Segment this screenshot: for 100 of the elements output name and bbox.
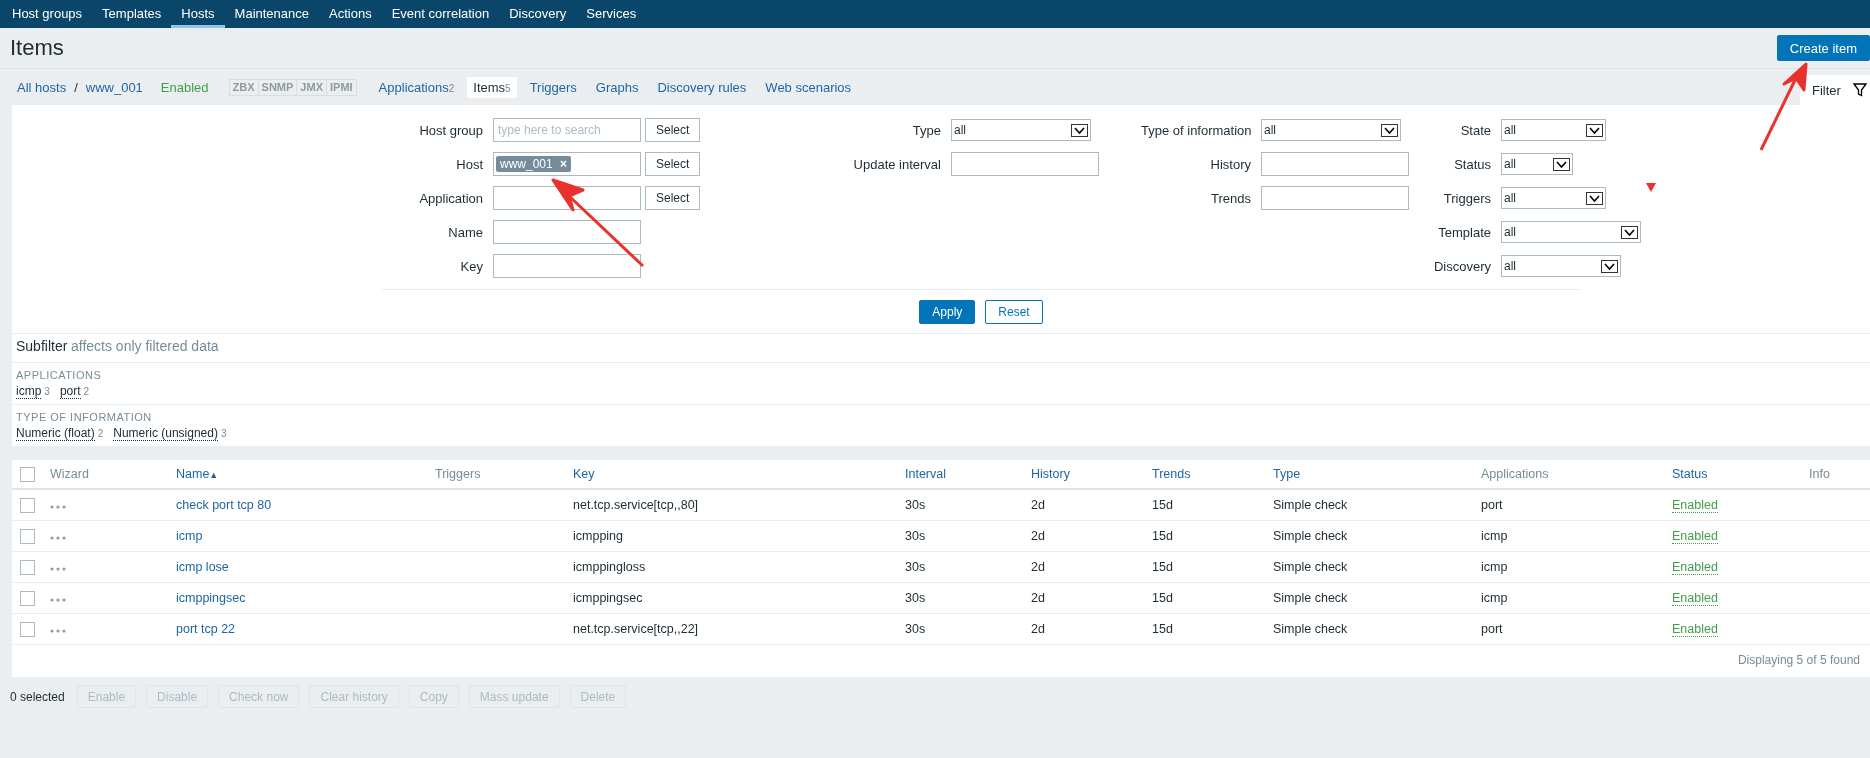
subfilter-count: 3 — [220, 428, 227, 439]
remove-icon[interactable]: × — [560, 157, 568, 171]
table-cell: Simple check — [1273, 529, 1348, 543]
column-header[interactable]: Interval — [905, 467, 946, 481]
dropdown[interactable]: all — [1501, 221, 1641, 243]
row-checkbox[interactable] — [20, 528, 35, 544]
host-tab[interactable]: Graphs — [589, 76, 645, 98]
item-name-link[interactable]: check port tcp 80 — [176, 498, 272, 512]
field-placeholder: type here to search — [497, 123, 601, 137]
input-field[interactable] — [1261, 186, 1409, 210]
create-item-button[interactable]: Create item — [1776, 35, 1870, 61]
select-all-checkbox[interactable] — [20, 466, 35, 482]
more-icon[interactable] — [50, 598, 66, 602]
funnel-icon — [1852, 83, 1867, 97]
more-icon[interactable] — [50, 629, 66, 633]
availability-tag: ZBX — [229, 79, 259, 95]
more-icon[interactable] — [50, 505, 66, 509]
row-checkbox[interactable] — [20, 497, 35, 513]
dropdown[interactable]: all — [1501, 187, 1606, 209]
filter-label: History — [1209, 156, 1252, 172]
table-cell: icmp — [1481, 529, 1508, 543]
triangle-marker-icon — [1646, 183, 1656, 192]
input-field[interactable] — [1261, 152, 1409, 176]
row-checkbox[interactable] — [20, 621, 35, 637]
menu-item[interactable]: Services — [576, 0, 647, 28]
subfilter-heading: TYPE OF INFORMATION — [16, 411, 153, 423]
column-header[interactable]: Status — [1672, 467, 1708, 481]
dropdown[interactable]: all — [1501, 153, 1573, 175]
input-field[interactable] — [493, 220, 641, 244]
filter-label: Trends — [1210, 190, 1252, 206]
dropdown[interactable]: all — [1261, 119, 1401, 141]
column-header[interactable]: Type — [1273, 467, 1301, 481]
menu-item[interactable]: Hosts — [171, 0, 225, 28]
row-checkbox[interactable] — [20, 590, 35, 606]
column-header: Info — [1809, 467, 1830, 481]
caret-icon — [1586, 191, 1603, 205]
host-tab[interactable]: Discovery rules — [651, 76, 753, 98]
column-header[interactable]: Key — [573, 467, 595, 481]
table-cell: Simple check — [1273, 560, 1348, 574]
menu-item[interactable]: Host groups — [2, 0, 93, 28]
table-cell: port — [1481, 498, 1503, 512]
item-name-link[interactable]: icmp lose — [176, 560, 229, 574]
row-checkbox[interactable] — [20, 559, 35, 575]
item-name-link[interactable]: icmp — [176, 529, 203, 543]
filter-label: State — [1459, 122, 1492, 138]
column-header[interactable]: Name▲ — [176, 467, 219, 481]
more-icon[interactable] — [50, 567, 66, 571]
multiselect-field[interactable]: www_001 × — [493, 152, 641, 176]
menu-item[interactable]: Templates — [92, 0, 172, 28]
item-name-link[interactable]: icmppingsec — [176, 591, 246, 605]
dropdown[interactable]: all — [1501, 119, 1606, 141]
breadcrumb-link[interactable]: All hosts — [17, 79, 67, 95]
table-cell: net.tcp.service[tcp,,22] — [573, 622, 699, 636]
subfilter-link[interactable]: Numeric (float) — [16, 426, 95, 441]
table-cell: icmppingsec — [573, 591, 643, 605]
filter-label: Host — [455, 156, 484, 172]
column-header[interactable]: History — [1031, 467, 1070, 481]
subfilter-link[interactable]: port — [59, 384, 81, 399]
status-link[interactable]: Enabled — [1672, 529, 1718, 544]
menu-item[interactable]: Maintenance — [224, 0, 320, 28]
host-tab[interactable]: Applications2 — [372, 76, 461, 98]
status-link[interactable]: Enabled — [1672, 560, 1718, 575]
select-button[interactable]: Select — [645, 152, 701, 176]
menu-item[interactable]: Discovery — [499, 0, 577, 28]
subfilter-link[interactable]: Numeric (unsigned) — [113, 426, 218, 441]
filter-button[interactable]: Apply — [919, 300, 976, 324]
host-tab[interactable]: Items5 — [467, 76, 517, 98]
filter-label: Status — [1453, 156, 1492, 172]
caret-icon — [1553, 157, 1570, 171]
item-name-link[interactable]: port tcp 22 — [176, 622, 236, 636]
status-link[interactable]: Enabled — [1672, 591, 1718, 606]
input-field[interactable] — [493, 254, 641, 278]
subfilter-link[interactable]: icmp — [16, 384, 42, 399]
breadcrumb-link[interactable]: www_001 — [85, 79, 143, 95]
table-cell: 2d — [1031, 591, 1045, 605]
column-header[interactable]: Trends — [1152, 467, 1191, 481]
dropdown[interactable]: all — [1501, 255, 1621, 277]
multiselect-field[interactable] — [493, 186, 641, 210]
menu-item[interactable]: Event correlation — [381, 0, 500, 28]
filter-label: Type — [911, 122, 942, 138]
table-cell: 2d — [1031, 560, 1045, 574]
status-link[interactable]: Enabled — [1672, 498, 1718, 513]
availability-tag: IPMI — [327, 79, 356, 95]
table-cell: 15d — [1152, 622, 1173, 636]
select-button[interactable]: Select — [645, 186, 701, 210]
input-field[interactable] — [951, 152, 1099, 176]
table-cell: port — [1481, 622, 1503, 636]
dropdown[interactable]: all — [951, 119, 1091, 141]
filter-tab[interactable]: Filter — [1800, 75, 1870, 105]
more-icon[interactable] — [50, 536, 66, 540]
caret-icon — [1621, 225, 1638, 239]
table-cell: 15d — [1152, 591, 1173, 605]
status-link[interactable]: Enabled — [1672, 622, 1718, 637]
filter-button[interactable]: Reset — [985, 300, 1043, 324]
menu-item[interactable]: Actions — [319, 0, 382, 28]
host-tab[interactable]: Web scenarios — [759, 76, 858, 98]
host-chip[interactable]: www_001 × — [496, 156, 572, 172]
host-tab[interactable]: Triggers — [523, 76, 583, 98]
caret-icon — [1601, 259, 1618, 273]
select-button[interactable]: Select — [645, 118, 701, 142]
